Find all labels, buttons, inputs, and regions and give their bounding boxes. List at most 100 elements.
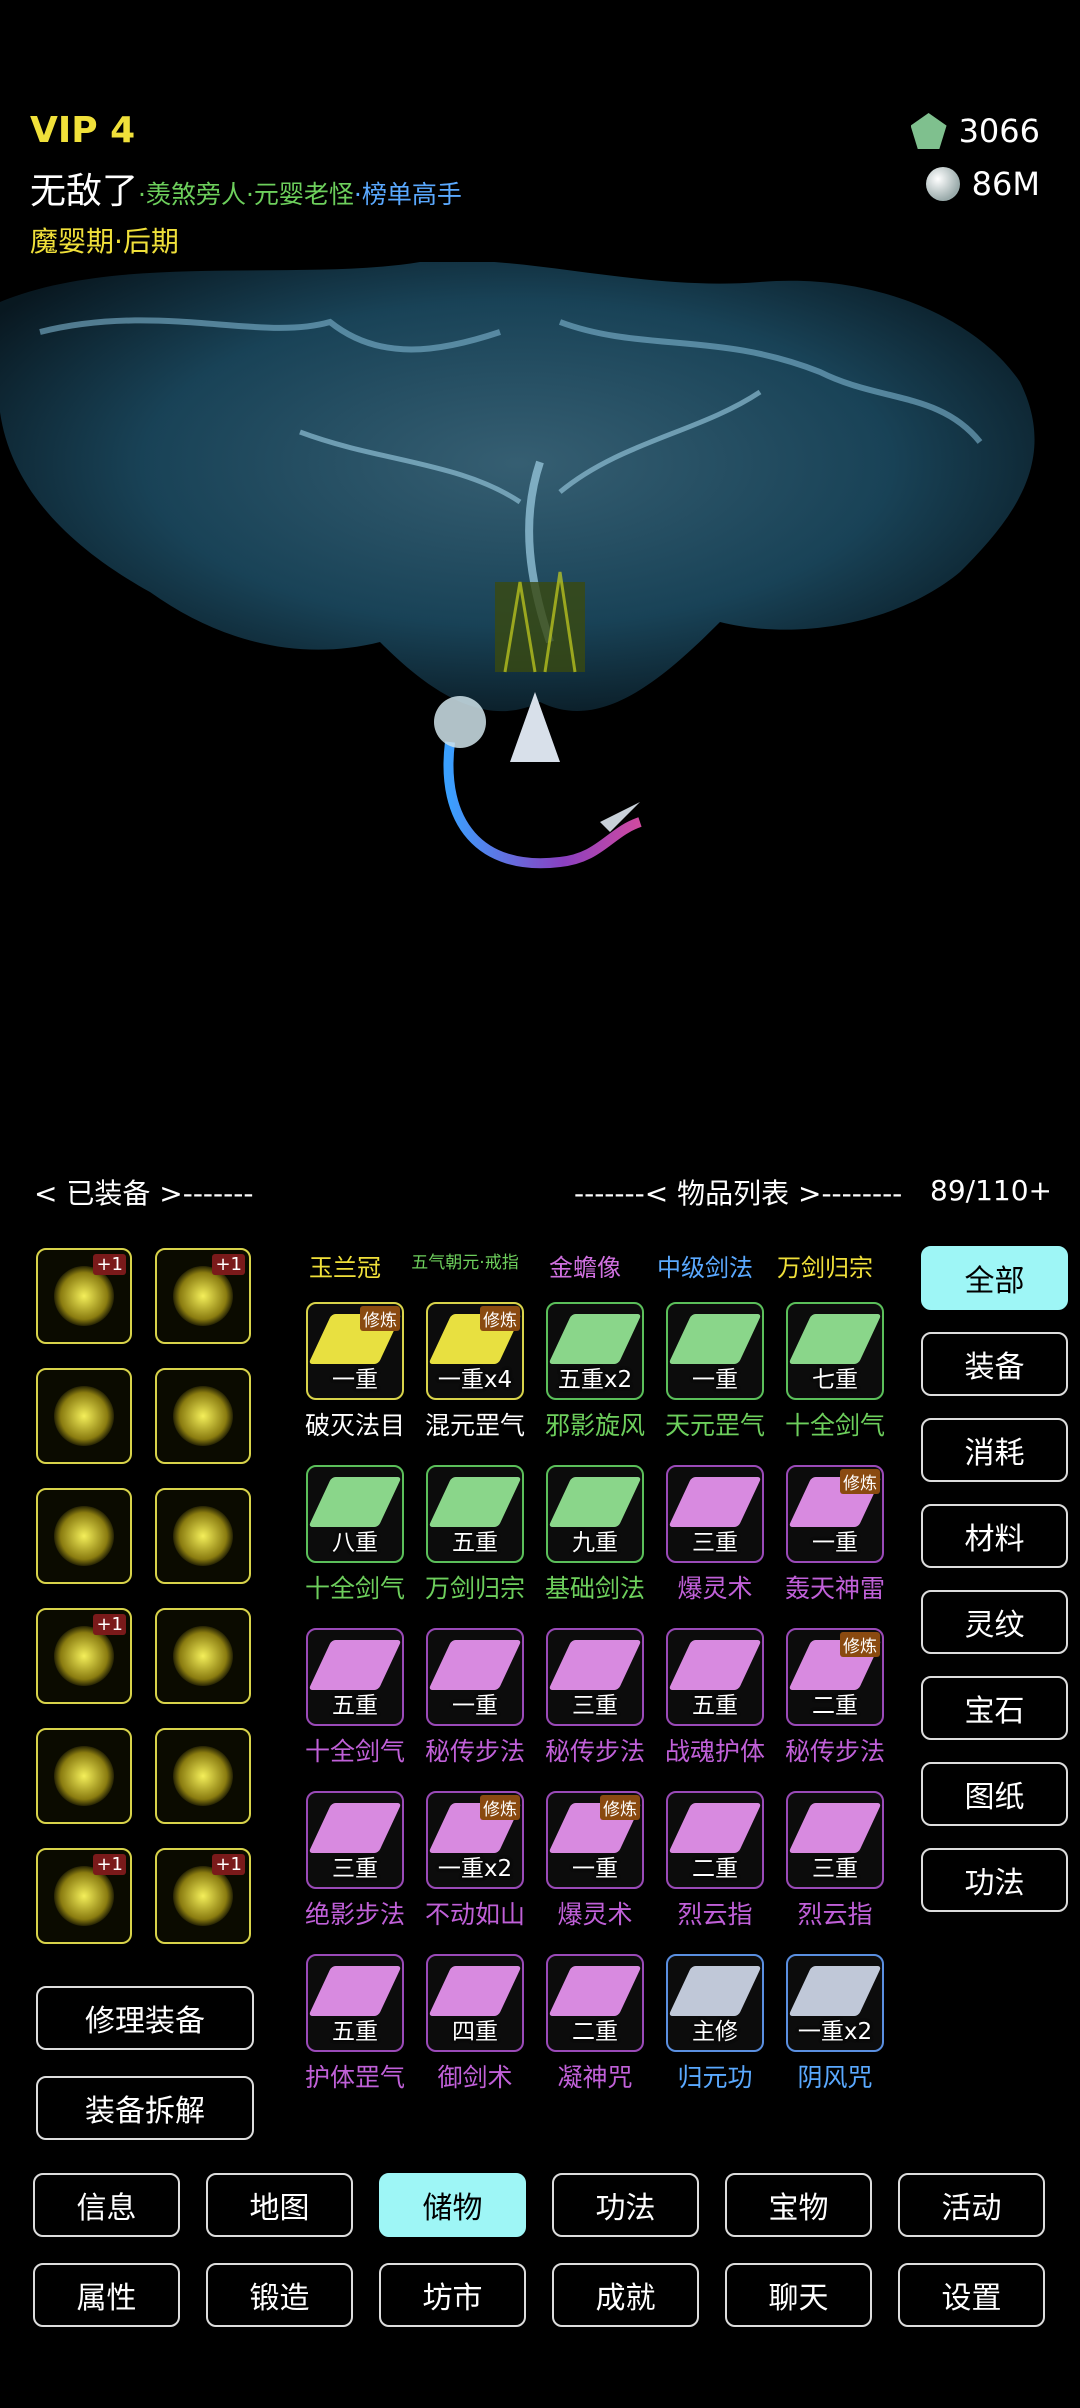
item-name: 凝神咒 bbox=[557, 2063, 633, 2092]
equipment-slot[interactable] bbox=[155, 1728, 251, 1824]
golden-boots-icon bbox=[173, 1746, 233, 1806]
item-slot[interactable]: 五重 bbox=[666, 1628, 764, 1726]
item-name: 天元罡气 bbox=[664, 1411, 765, 1440]
vip-level: VIP 4 bbox=[30, 110, 136, 151]
item-name-top[interactable]: 金蟾像 bbox=[526, 1248, 644, 1283]
item-slot[interactable]: 三重 bbox=[546, 1628, 644, 1726]
category-tab[interactable]: 材料 bbox=[921, 1504, 1068, 1568]
skill-scroll-icon bbox=[548, 1966, 642, 2016]
item-slot[interactable]: 二重 修炼 bbox=[786, 1628, 884, 1726]
item-slot[interactable]: 七重 bbox=[786, 1302, 884, 1400]
item-name-top[interactable]: 中级剑法 bbox=[646, 1248, 764, 1283]
gem-counter: 3066 bbox=[910, 112, 1040, 150]
item-slot[interactable]: 五重 bbox=[306, 1954, 404, 2052]
item-level: 二重 bbox=[572, 2019, 618, 2045]
game-scene[interactable] bbox=[0, 260, 1080, 1032]
nav-button[interactable]: 锻造 bbox=[206, 2263, 353, 2327]
item-slot[interactable]: 三重 bbox=[786, 1791, 884, 1889]
equipment-slot[interactable]: +1 bbox=[36, 1848, 132, 1944]
equipment-slot[interactable] bbox=[155, 1488, 251, 1584]
item-name: 战魂护体 bbox=[664, 1737, 765, 1766]
item-slot[interactable]: 一重 修炼 bbox=[786, 1465, 884, 1563]
item-slot[interactable]: 八重 bbox=[306, 1465, 404, 1563]
upgrade-badge: +1 bbox=[93, 1254, 126, 1275]
cultivation-realm: 魔婴期·后期 bbox=[30, 225, 179, 258]
nav-button[interactable]: 聊天 bbox=[725, 2263, 872, 2327]
nav-button[interactable]: 设置 bbox=[898, 2263, 1045, 2327]
item-slot[interactable]: 五重 bbox=[426, 1465, 524, 1563]
equipment-slot[interactable]: +1 bbox=[36, 1608, 132, 1704]
item-name-top[interactable]: 五气朝元·戒指 bbox=[406, 1248, 524, 1273]
item-slot[interactable]: 二重 bbox=[546, 1954, 644, 2052]
equipment-slot[interactable] bbox=[36, 1488, 132, 1584]
item-slot[interactable]: 四重 bbox=[426, 1954, 524, 2052]
nav-button[interactable]: 地图 bbox=[206, 2173, 353, 2237]
category-tab[interactable]: 宝石 bbox=[921, 1676, 1068, 1740]
item-name: 护体罡气 bbox=[304, 2063, 405, 2092]
category-tab[interactable]: 图纸 bbox=[921, 1762, 1068, 1826]
item-name: 秘传步法 bbox=[784, 1737, 885, 1766]
item-slot[interactable]: 二重 bbox=[666, 1791, 764, 1889]
item-slot[interactable]: 五重 bbox=[306, 1628, 404, 1726]
nav-button[interactable]: 坊市 bbox=[379, 2263, 526, 2327]
nav-button[interactable]: 功法 bbox=[552, 2173, 699, 2237]
category-tab[interactable]: 功法 bbox=[921, 1848, 1068, 1912]
item-slot[interactable]: 主修 bbox=[666, 1954, 764, 2052]
item-slot[interactable]: 一重 修炼 bbox=[306, 1302, 404, 1400]
item-level: 五重x2 bbox=[557, 1367, 633, 1393]
item-level: 二重 bbox=[812, 1693, 858, 1719]
equipment-slot[interactable]: +1 bbox=[36, 1248, 132, 1344]
item-slot[interactable]: 一重 修炼 bbox=[546, 1791, 644, 1889]
nav-button[interactable]: 宝物 bbox=[725, 2173, 872, 2237]
item-level: 二重 bbox=[692, 1856, 738, 1882]
item-level: 五重 bbox=[692, 1693, 738, 1719]
spirit-tree-scene bbox=[0, 260, 1035, 869]
equipment-slot[interactable]: +1 bbox=[155, 1248, 251, 1344]
cultivating-badge: 修炼 bbox=[480, 1306, 520, 1331]
dismantle-equipment-button[interactable]: 装备拆解 bbox=[36, 2076, 254, 2140]
category-tab[interactable]: 消耗 bbox=[921, 1418, 1068, 1482]
nav-button[interactable]: 属性 bbox=[33, 2263, 180, 2327]
skill-scroll-icon bbox=[548, 1477, 642, 1527]
player-title-3: ·榜单高手 bbox=[353, 180, 462, 209]
item-name: 阴风咒 bbox=[797, 2063, 873, 2092]
equipment-slot[interactable] bbox=[155, 1608, 251, 1704]
item-name-top[interactable]: 玉兰冠 bbox=[286, 1248, 404, 1283]
equipment-slot[interactable] bbox=[155, 1368, 251, 1464]
item-slot[interactable]: 一重 bbox=[666, 1302, 764, 1400]
category-tab[interactable]: 全部 bbox=[921, 1246, 1068, 1310]
item-name: 御剑术 bbox=[437, 2063, 513, 2092]
nav-button[interactable]: 信息 bbox=[33, 2173, 180, 2237]
item-slot[interactable]: 一重 bbox=[426, 1628, 524, 1726]
category-tab[interactable]: 装备 bbox=[921, 1332, 1068, 1396]
item-slot[interactable]: 三重 bbox=[306, 1791, 404, 1889]
equipped-header: < 已装备 >------- bbox=[34, 1177, 254, 1210]
nav-button[interactable]: 成就 bbox=[552, 2263, 699, 2327]
golden-ring-icon bbox=[54, 1386, 114, 1446]
cultivating-badge: 修炼 bbox=[600, 1795, 640, 1820]
item-slot[interactable]: 一重x2 bbox=[786, 1954, 884, 2052]
item-slot[interactable]: 一重x4 修炼 bbox=[426, 1302, 524, 1400]
item-level: 八重 bbox=[332, 1530, 378, 1556]
cultivating-badge: 修炼 bbox=[480, 1795, 520, 1820]
item-level: 一重x2 bbox=[437, 1856, 513, 1882]
item-name: 破灭法目 bbox=[304, 1411, 405, 1440]
item-slot[interactable]: 三重 bbox=[666, 1465, 764, 1563]
category-tab[interactable]: 灵纹 bbox=[921, 1590, 1068, 1654]
equipment-slot[interactable] bbox=[36, 1368, 132, 1464]
equipment-slot[interactable]: +1 bbox=[155, 1848, 251, 1944]
item-slot[interactable]: 五重x2 bbox=[546, 1302, 644, 1400]
item-level: 一重 bbox=[332, 1367, 378, 1393]
repair-equipment-button[interactable]: 修理装备 bbox=[36, 1986, 254, 2050]
skill-scroll-icon bbox=[308, 1640, 402, 1690]
item-slot[interactable]: 一重x2 修炼 bbox=[426, 1791, 524, 1889]
equipment-slot[interactable] bbox=[36, 1728, 132, 1824]
nav-button[interactable]: 储物 bbox=[379, 2173, 526, 2237]
item-name-top[interactable]: 万剑归宗 bbox=[766, 1248, 884, 1283]
upgrade-badge: +1 bbox=[93, 1854, 126, 1875]
nav-button[interactable]: 活动 bbox=[898, 2173, 1045, 2237]
item-level: 一重 bbox=[572, 1856, 618, 1882]
item-name: 不动如山 bbox=[424, 1900, 525, 1929]
upgrade-badge: +1 bbox=[212, 1254, 245, 1275]
item-slot[interactable]: 九重 bbox=[546, 1465, 644, 1563]
